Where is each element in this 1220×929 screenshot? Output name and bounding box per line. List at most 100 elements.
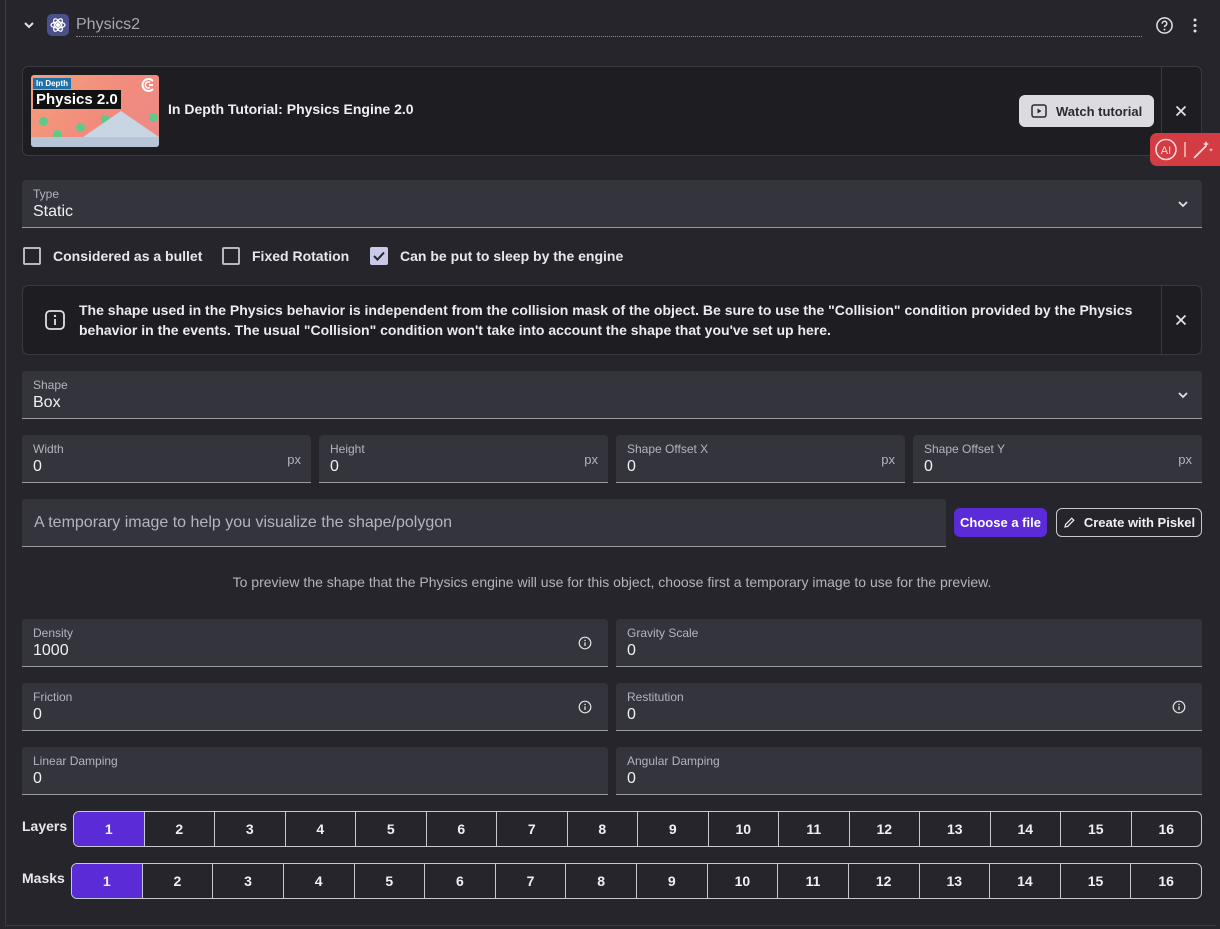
- close-icon[interactable]: [1173, 312, 1189, 328]
- gravity-scale-field[interactable]: Gravity Scale 0: [616, 619, 1202, 667]
- layer-toggle-12[interactable]: 12: [848, 812, 920, 846]
- mask-toggle-1[interactable]: 1: [72, 864, 142, 898]
- restitution-field[interactable]: Restitution 0: [616, 683, 1202, 731]
- layer-toggle-11[interactable]: 11: [778, 812, 849, 846]
- mask-toggle-9[interactable]: 9: [636, 864, 707, 898]
- piskel-label: Create with Piskel: [1083, 515, 1196, 530]
- gdevelop-logo-icon: [141, 78, 154, 92]
- checkbox-box[interactable]: [23, 247, 41, 265]
- mask-toggle-15[interactable]: 15: [1059, 864, 1131, 898]
- width-value: 0: [33, 458, 42, 475]
- layer-toggle-5[interactable]: 5: [355, 812, 426, 846]
- layer-toggle-16[interactable]: 16: [1130, 812, 1202, 846]
- mask-toggle-14[interactable]: 14: [989, 864, 1060, 898]
- height-label: Height: [330, 442, 365, 456]
- unit-label: px: [881, 452, 895, 467]
- friction-label: Friction: [33, 690, 73, 704]
- checkbox-box-checked[interactable]: [370, 247, 388, 265]
- mask-toggle-16[interactable]: 16: [1130, 864, 1201, 898]
- shape-value: Box: [33, 394, 61, 411]
- layer-toggle-10[interactable]: 10: [707, 812, 779, 846]
- magic-wand-icon: [1193, 141, 1213, 159]
- unit-label: px: [584, 452, 598, 467]
- check-icon: [373, 251, 385, 261]
- can-sleep-label: Can be put to sleep by the engine: [400, 248, 624, 264]
- layer-toggle-14[interactable]: 14: [989, 812, 1061, 846]
- layer-toggle-3[interactable]: 3: [214, 812, 285, 846]
- layer-toggle-9[interactable]: 9: [637, 812, 708, 846]
- fixed-rotation-label: Fixed Rotation: [252, 248, 350, 264]
- type-select[interactable]: Type Static: [22, 180, 1202, 228]
- density-field[interactable]: Density 1000: [22, 619, 608, 667]
- choose-file-button[interactable]: Choose a file: [954, 508, 1047, 537]
- chevron-down-icon[interactable]: [20, 16, 38, 34]
- angular-damping-field[interactable]: Angular Damping 0: [616, 747, 1202, 795]
- shape-select[interactable]: Shape Box: [22, 371, 1202, 419]
- mask-toggle-7[interactable]: 7: [494, 864, 566, 898]
- angular-damping-value: 0: [627, 770, 636, 787]
- checkbox-box[interactable]: [222, 247, 240, 265]
- angular-damping-label: Angular Damping: [627, 754, 720, 768]
- svg-text:AI: AI: [1161, 145, 1171, 157]
- shape-offset-y-field[interactable]: Shape Offset Y 0 px: [913, 435, 1202, 483]
- chevron-down-icon: [1178, 201, 1188, 208]
- mask-toggle-3[interactable]: 3: [212, 864, 283, 898]
- height-value: 0: [330, 458, 339, 475]
- layer-toggle-13[interactable]: 13: [919, 812, 990, 846]
- layer-toggle-7[interactable]: 7: [496, 812, 567, 846]
- preview-image-field[interactable]: A temporary image to help you visualize …: [22, 499, 946, 547]
- physics-behavior-icon: [47, 14, 69, 36]
- can-sleep-checkbox[interactable]: Can be put to sleep by the engine: [370, 247, 623, 265]
- mask-toggle-2[interactable]: 2: [141, 864, 213, 898]
- tutorial-thumbnail[interactable]: In Depth Physics 2.0: [31, 75, 159, 147]
- density-label: Density: [33, 626, 74, 640]
- mask-toggle-11[interactable]: 11: [777, 864, 848, 898]
- layer-toggle-4[interactable]: 4: [284, 812, 356, 846]
- masks-toggle-group: 1 2 3 4 5 6 7 8 9 10 11 12 13 14 15 16: [71, 863, 1202, 899]
- offset-y-value: 0: [924, 458, 933, 475]
- layer-toggle-1[interactable]: 1: [74, 812, 144, 846]
- linear-damping-label: Linear Damping: [33, 754, 118, 768]
- mask-toggle-10[interactable]: 10: [706, 864, 778, 898]
- create-with-piskel-button[interactable]: Create with Piskel: [1056, 508, 1202, 537]
- ai-icon: AI: [1155, 138, 1177, 161]
- layer-toggle-6[interactable]: 6: [425, 812, 497, 846]
- width-field[interactable]: Width 0 px: [22, 435, 311, 483]
- layer-toggle-8[interactable]: 8: [566, 812, 638, 846]
- mask-toggle-5[interactable]: 5: [353, 864, 425, 898]
- mask-toggle-4[interactable]: 4: [282, 864, 354, 898]
- tutorial-card: In Depth Physics 2.0 In Depth Tutorial: …: [22, 66, 1202, 156]
- fixed-rotation-checkbox[interactable]: Fixed Rotation: [222, 247, 349, 265]
- mask-toggle-13[interactable]: 13: [918, 864, 990, 898]
- height-field[interactable]: Height 0 px: [319, 435, 608, 483]
- gravity-scale-label: Gravity Scale: [627, 626, 699, 640]
- help-icon[interactable]: [1155, 16, 1174, 35]
- more-vert-icon[interactable]: [1186, 16, 1204, 35]
- thumb-tag: In Depth: [33, 78, 71, 89]
- mask-toggle-8[interactable]: 8: [565, 864, 636, 898]
- density-value: 1000: [33, 642, 69, 659]
- watch-tutorial-button[interactable]: Watch tutorial: [1019, 95, 1154, 127]
- bullet-checkbox-label: Considered as a bullet: [53, 248, 203, 264]
- linear-damping-value: 0: [33, 770, 42, 787]
- behavior-name-input[interactable]: Physics2: [76, 14, 1142, 37]
- ai-assistant-tab[interactable]: AI: [1150, 133, 1220, 166]
- info-icon[interactable]: [578, 700, 592, 714]
- preview-hint: To preview the shape that the Physics en…: [232, 574, 992, 590]
- close-icon[interactable]: [1173, 103, 1189, 119]
- mask-toggle-6[interactable]: 6: [424, 864, 495, 898]
- layer-toggle-15[interactable]: 15: [1060, 812, 1131, 846]
- offset-y-label: Shape Offset Y: [924, 442, 1005, 456]
- offset-x-value: 0: [627, 458, 636, 475]
- bullet-checkbox[interactable]: Considered as a bullet: [23, 247, 202, 265]
- mask-toggle-12[interactable]: 12: [847, 864, 919, 898]
- preview-image-placeholder: A temporary image to help you visualize …: [34, 514, 453, 531]
- info-icon[interactable]: [578, 636, 592, 650]
- linear-damping-field[interactable]: Linear Damping 0: [22, 747, 608, 795]
- info-icon[interactable]: [1172, 700, 1186, 714]
- friction-field[interactable]: Friction 0: [22, 683, 608, 731]
- width-label: Width: [33, 442, 64, 456]
- offset-x-label: Shape Offset X: [627, 442, 709, 456]
- shape-offset-x-field[interactable]: Shape Offset X 0 px: [616, 435, 905, 483]
- layer-toggle-2[interactable]: 2: [143, 812, 215, 846]
